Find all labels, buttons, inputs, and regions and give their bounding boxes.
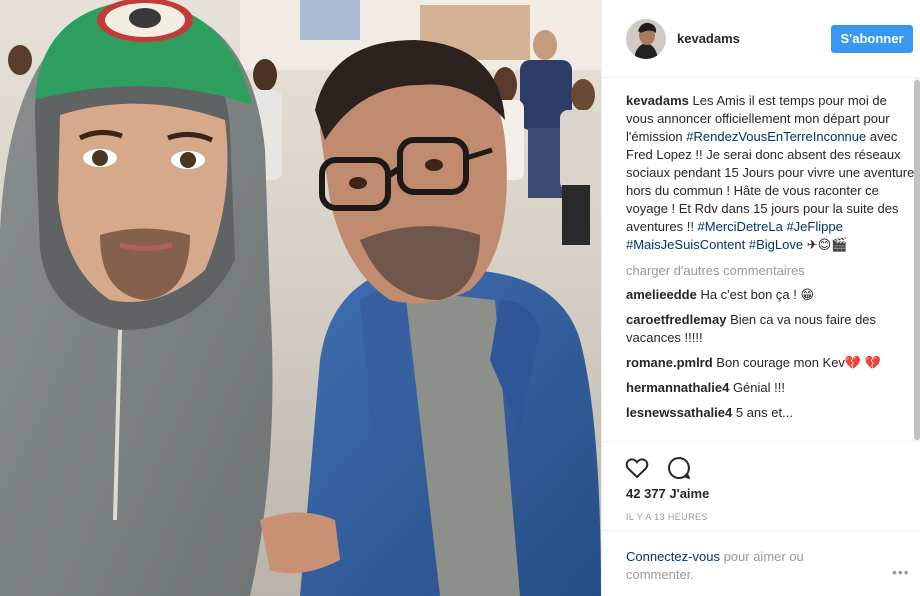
comment-username[interactable]: romane.pmlrd xyxy=(626,355,713,370)
comment-text: Bon courage mon Kev💔 💔 xyxy=(712,355,881,370)
comments-scrollbar[interactable] xyxy=(914,78,920,442)
likes-count[interactable]: 42 377 J'aime xyxy=(626,486,709,501)
comment-username[interactable]: lesnewssathalie4 xyxy=(626,405,732,420)
selfie-illustration xyxy=(0,0,601,596)
more-options-button[interactable]: ••• xyxy=(892,564,910,580)
comment-item: romane.pmlrd Bon courage mon Kev💔 💔 xyxy=(626,354,916,372)
hashtag-link[interactable]: #MerciDetreLa xyxy=(698,219,783,234)
hashtag-link[interactable]: #BigLove xyxy=(749,237,803,252)
follow-button[interactable]: S'abonner xyxy=(831,25,913,53)
comment-item: caroetfredlemay Bien ca va nous faire de… xyxy=(626,311,916,347)
comment-items: amelieedde Ha c'est bon ça ! 😁 caroetfred… xyxy=(626,286,916,422)
caption-text: Les Amis il est temps pour moi de vous a… xyxy=(626,93,914,252)
comment-username[interactable]: caroetfredlemay xyxy=(626,312,726,327)
post-photo[interactable] xyxy=(0,0,601,596)
login-link[interactable]: Connectez-vous xyxy=(626,549,720,564)
comment-item: amelieedde Ha c'est bon ça ! 😁 xyxy=(626,286,916,304)
comment-text: Ha c'est bon ça ! 😁 xyxy=(696,287,815,302)
comment-username[interactable]: amelieedde xyxy=(626,287,697,302)
username-link[interactable]: kevadams xyxy=(677,31,740,46)
comments-list: kevadams Les Amis il est temps pour moi … xyxy=(626,92,916,442)
heart-outline-icon[interactable] xyxy=(624,455,650,481)
hashtag-link[interactable]: #JeFlippe xyxy=(786,219,842,234)
scrollbar-thumb[interactable] xyxy=(914,80,920,440)
login-text: Connectez-vous pour aimer ou commenter. xyxy=(626,548,826,584)
avatar[interactable] xyxy=(626,19,666,59)
caption-text-segment: ✈😊🎬 xyxy=(803,237,848,252)
comment-username[interactable]: hermannathalie4 xyxy=(626,380,729,395)
post-actions xyxy=(602,441,920,479)
hashtag-link[interactable]: #MaisJeSuisContent xyxy=(626,237,745,252)
comment-text: Génial !!! xyxy=(729,380,785,395)
speech-bubble-icon[interactable] xyxy=(666,455,692,481)
post-header: kevadams S'abonner xyxy=(602,0,920,78)
comment-text: 5 ans et... xyxy=(732,405,793,420)
comment-item: lesnewssathalie4 5 ans et... xyxy=(626,404,916,422)
load-more-comments-link[interactable]: charger d'autres commentaires xyxy=(626,262,916,280)
hashtag-link[interactable]: #RendezVousEnTerreInconnue xyxy=(686,129,866,144)
post-caption: kevadams Les Amis il est temps pour moi … xyxy=(626,92,916,254)
instagram-post-view: kevadams S'abonner kevadams Les Amis il … xyxy=(0,0,920,596)
caption-username[interactable]: kevadams xyxy=(626,93,689,108)
post-side-panel: kevadams S'abonner kevadams Les Amis il … xyxy=(601,0,920,596)
comment-item: hermannathalie4 Génial !!! xyxy=(626,379,916,397)
login-prompt: Connectez-vous pour aimer ou commenter. … xyxy=(602,530,920,596)
avatar-image xyxy=(626,19,666,59)
post-timestamp[interactable]: IL Y A 13 HEURES xyxy=(626,512,708,522)
